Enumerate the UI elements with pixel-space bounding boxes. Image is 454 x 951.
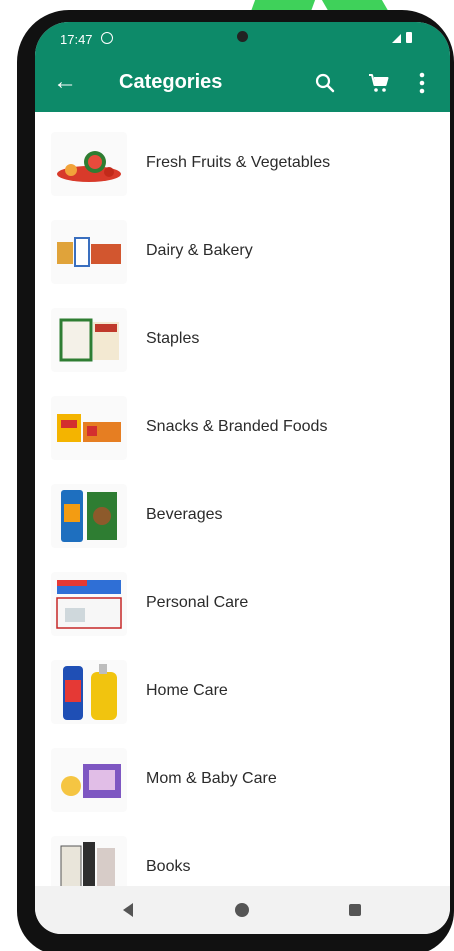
dairy-bakery-image [51,220,127,284]
snacks-image [51,396,127,460]
page-title: Categories [119,71,223,93]
status-time: 17:47 [60,32,93,47]
phone-screen: 17:47 ← Categories Fresh Fruits & Vegeta… [35,22,450,934]
cart-icon[interactable] [367,71,391,95]
nav-home-icon[interactable] [235,903,249,917]
category-label: Books [146,858,191,875]
search-icon[interactable] [313,71,337,95]
category-item-dairy-bakery[interactable]: Dairy & Bakery [35,208,450,296]
more-vert-icon[interactable] [414,70,430,96]
beverages-image [51,484,127,548]
whatsapp-icon [101,32,113,44]
category-item-beverages[interactable]: Beverages [35,472,450,560]
category-item-snacks-branded-foods[interactable]: Snacks & Branded Foods [35,384,450,472]
camera-icon [237,31,248,42]
category-item-fresh-fruits-vegetables[interactable]: Fresh Fruits & Vegetables [35,120,450,208]
category-label: Mom & Baby Care [146,770,277,787]
category-label: Personal Care [146,594,249,611]
category-item-personal-care[interactable]: Personal Care [35,560,450,648]
status-bar: 17:47 [35,22,450,54]
app-bar: ← Categories [35,54,450,112]
category-label: Beverages [146,506,223,523]
category-item-staples[interactable]: Staples [35,296,450,384]
back-arrow-icon[interactable]: ← [53,68,77,96]
nav-recent-icon[interactable] [349,904,361,916]
category-list: Fresh Fruits & Vegetables Dairy & Bakery [35,120,450,912]
category-label: Snacks & Branded Foods [146,418,328,435]
category-label: Fresh Fruits & Vegetables [146,154,331,171]
category-label: Staples [146,330,200,347]
staples-image [51,308,127,372]
category-item-mom-baby-care[interactable]: Mom & Baby Care [35,736,450,824]
signal-icon [392,34,401,43]
category-item-home-care[interactable]: Home Care [35,648,450,736]
fruits-vegetables-image [51,132,127,196]
battery-icon [406,32,412,43]
category-label: Dairy & Bakery [146,242,253,259]
system-nav-bar [35,886,450,934]
personal-care-image [51,572,127,636]
home-care-image [51,660,127,724]
nav-back-icon[interactable] [123,903,133,917]
category-label: Home Care [146,682,228,699]
mom-baby-image [51,748,127,812]
